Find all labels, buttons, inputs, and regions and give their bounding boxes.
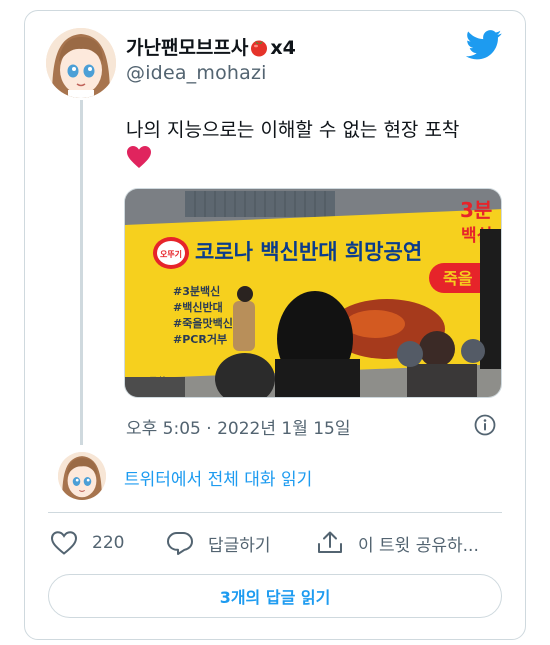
like-button[interactable]: 220 xyxy=(50,528,124,558)
divider xyxy=(48,512,502,513)
hashtag-3: #죽을맛백신 xyxy=(173,316,233,330)
user-handle[interactable]: @idea_mohazi xyxy=(126,62,267,84)
display-name-text: 가난팬모브프사 xyxy=(126,37,249,59)
hashtag-2: #백신반대 xyxy=(173,300,223,314)
read-replies-label: 3개의 답글 읽기 xyxy=(219,588,331,607)
share-upload-icon xyxy=(318,531,342,553)
tweet-media-image[interactable]: 오뚜기 코로나 백신반대 희망공연 3분 백신 죽을 #3분백신 #백신반대 #… xyxy=(124,188,502,398)
reply-button[interactable]: 답글하기 xyxy=(166,528,271,558)
anime-girl-avatar-icon xyxy=(46,28,116,98)
like-count: 220 xyxy=(92,533,125,553)
red-heart-icon xyxy=(127,146,151,168)
read-conversation-link[interactable]: 트위터에서 전체 대화 읽기 xyxy=(124,465,312,490)
tomato-icon xyxy=(249,37,269,62)
banner-right-pill: 죽을 xyxy=(443,269,473,288)
hashtag-1: #3분백신 xyxy=(173,284,220,298)
info-icon[interactable] xyxy=(474,414,496,436)
tweet-timestamp[interactable]: 오후 5:05 · 2022년 1월 15일 xyxy=(126,414,351,439)
share-label: 이 트윗 공유하... xyxy=(358,535,479,556)
user-avatar[interactable] xyxy=(46,28,116,98)
hashtag-4: #PCR거부 xyxy=(173,332,227,346)
anime-girl-avatar-small-icon xyxy=(58,452,106,500)
display-name-suffix: x4 xyxy=(270,37,296,59)
banner-title: 코로나 백신반대 희망공연 xyxy=(195,240,422,264)
thread-line xyxy=(80,100,83,445)
heart-outline-icon xyxy=(50,531,78,555)
tweet-text: 나의 지능으로는 이해할 수 없는 현장 포착 xyxy=(126,119,460,141)
share-button[interactable]: 이 트윗 공유하... xyxy=(316,528,479,558)
conversation-avatar[interactable] xyxy=(58,452,106,500)
banner-right-top: 3분 xyxy=(460,198,492,222)
reply-label: 답글하기 xyxy=(208,535,271,556)
protest-stage-photo: 오뚜기 코로나 백신반대 희망공연 3분 백신 죽을 #3분백신 #백신반대 #… xyxy=(125,189,501,397)
display-name[interactable]: 가난팬모브프사 x4 xyxy=(126,33,296,62)
read-replies-button[interactable]: 3개의 답글 읽기 xyxy=(48,574,502,618)
reply-bubble-icon xyxy=(167,532,193,555)
banner-logo-text: 오뚜기 xyxy=(160,249,182,259)
twitter-bird-icon[interactable] xyxy=(466,30,502,60)
